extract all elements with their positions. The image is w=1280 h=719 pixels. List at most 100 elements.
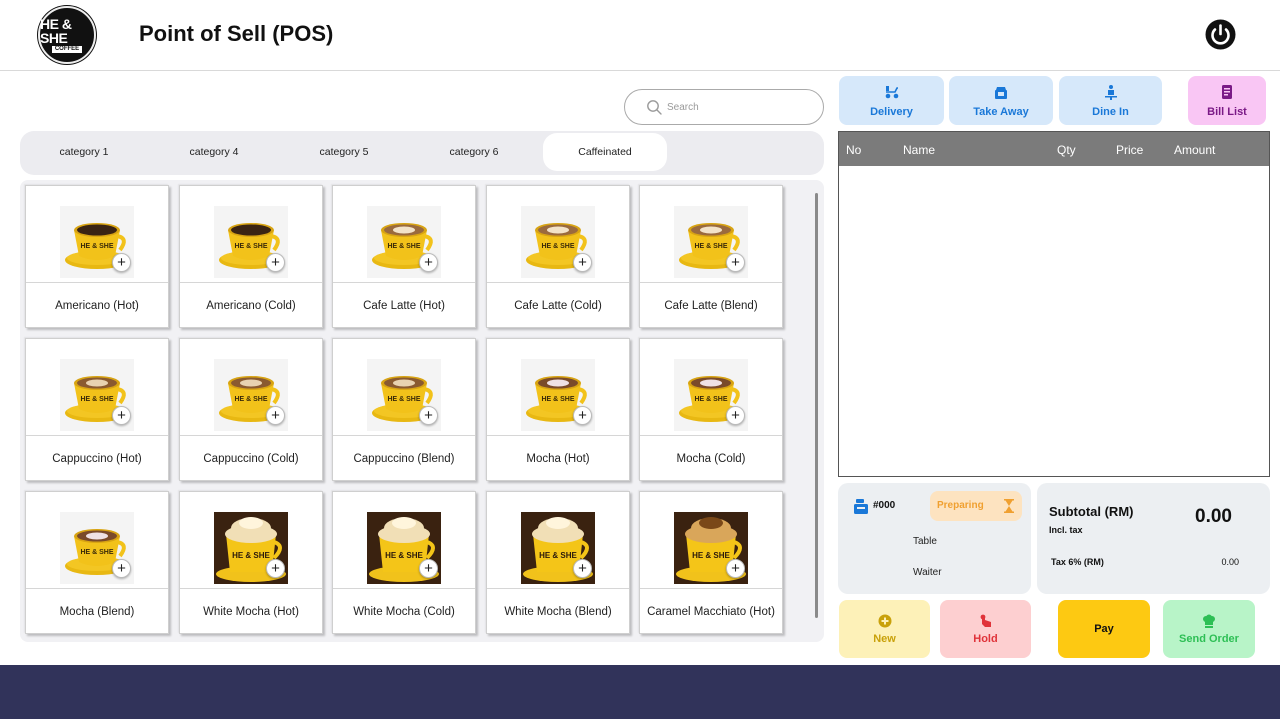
hold-label: Hold	[973, 632, 998, 645]
product-image-area: HE & SHE +	[333, 339, 475, 436]
order-info-panel: #000 Preparing Table Waiter	[838, 483, 1031, 594]
bill-list-icon	[1222, 84, 1232, 99]
column-name: Name	[903, 143, 936, 157]
svg-text:HE & SHE: HE & SHE	[541, 396, 574, 403]
column-no: No	[846, 143, 862, 157]
add-to-order-icon[interactable]: +	[266, 253, 285, 272]
product-name: Caramel Macchiato (Hot)	[647, 605, 775, 618]
add-to-order-icon[interactable]: +	[726, 406, 745, 425]
add-to-order-icon[interactable]: +	[726, 253, 745, 272]
add-to-order-icon[interactable]: +	[266, 559, 285, 578]
product-card[interactable]: HE & SHE + Mocha (Blend)	[25, 491, 169, 634]
add-to-order-icon[interactable]: +	[573, 253, 592, 272]
svg-text:HE & SHE: HE & SHE	[694, 243, 727, 250]
product-image-area: HE & SHE +	[333, 186, 475, 283]
add-to-order-icon[interactable]: +	[112, 559, 131, 578]
product-card[interactable]: HE & SHE + Americano (Cold)	[179, 185, 323, 328]
logo-subtext: COFFEE	[51, 46, 83, 53]
product-name: White Mocha (Blend)	[504, 605, 612, 618]
product-image-area: HE & SHE +	[180, 492, 322, 589]
product-name: White Mocha (Cold)	[353, 605, 455, 618]
add-to-order-icon[interactable]: +	[112, 253, 131, 272]
svg-text:HE & SHE: HE & SHE	[539, 551, 577, 560]
product-image-area: HE & SHE +	[487, 339, 629, 436]
product-image-area: HE & SHE +	[26, 186, 168, 283]
app-header: HE & SHE COFFEE Point of Sell (POS)	[0, 0, 1280, 71]
svg-text:HE & SHE: HE & SHE	[234, 243, 267, 250]
add-to-order-icon[interactable]: +	[112, 406, 131, 425]
takeaway-bag-icon	[995, 86, 1007, 99]
product-card[interactable]: HE & SHE + White Mocha (Blend)	[486, 491, 630, 634]
column-qty: Qty	[1057, 143, 1076, 157]
delivery-label: Delivery	[870, 105, 913, 118]
category-tab-caffeinated[interactable]: Caffeinated	[543, 133, 667, 171]
product-card[interactable]: HE & SHE + White Mocha (Cold)	[332, 491, 476, 634]
product-image-area: HE & SHE +	[26, 339, 168, 436]
column-amount: Amount	[1174, 143, 1216, 157]
bill-list-label: Bill List	[1207, 105, 1247, 118]
product-grid-scrollbar[interactable]	[815, 193, 818, 618]
product-card[interactable]: HE & SHE + Mocha (Cold)	[639, 338, 783, 481]
order-table-header: No Name Qty Price Amount	[839, 132, 1269, 166]
svg-text:HE & SHE: HE & SHE	[234, 396, 267, 403]
pay-label: Pay	[1094, 623, 1114, 635]
svg-text:HE & SHE: HE & SHE	[80, 549, 113, 556]
send-order-button[interactable]: Send Order	[1163, 600, 1255, 658]
subtotal-value: 0.00	[1195, 506, 1232, 527]
product-name: Cappuccino (Cold)	[203, 452, 299, 465]
svg-text:HE & SHE: HE & SHE	[387, 396, 420, 403]
take-away-label: Take Away	[973, 105, 1029, 118]
bill-list-button[interactable]: Bill List	[1188, 76, 1266, 125]
category-tab-1[interactable]: category 1	[22, 133, 146, 171]
new-order-button[interactable]: New	[839, 600, 930, 658]
svg-text:HE & SHE: HE & SHE	[541, 243, 574, 250]
footer-bar	[0, 665, 1280, 719]
product-name: Cappuccino (Blend)	[353, 452, 455, 465]
search-input[interactable]	[667, 98, 807, 116]
dine-in-icon	[1104, 84, 1117, 100]
product-card[interactable]: HE & SHE + Americano (Hot)	[25, 185, 169, 328]
product-card[interactable]: HE & SHE + Cappuccino (Hot)	[25, 338, 169, 481]
product-card[interactable]: HE & SHE + Cappuccino (Cold)	[179, 338, 323, 481]
category-tab-5[interactable]: category 5	[282, 133, 406, 171]
product-card[interactable]: HE & SHE + Cappuccino (Blend)	[332, 338, 476, 481]
product-image-area: HE & SHE +	[640, 339, 782, 436]
category-tab-4[interactable]: category 4	[152, 133, 276, 171]
product-name: White Mocha (Hot)	[203, 605, 299, 618]
add-to-order-icon[interactable]: +	[573, 559, 592, 578]
hourglass-icon	[1004, 499, 1014, 513]
product-name: Cafe Latte (Hot)	[363, 299, 445, 312]
add-to-order-icon[interactable]: +	[419, 559, 438, 578]
product-image-area: HE & SHE +	[640, 492, 782, 589]
add-to-order-icon[interactable]: +	[573, 406, 592, 425]
product-card[interactable]: HE & SHE + Mocha (Hot)	[486, 338, 630, 481]
add-to-order-icon[interactable]: +	[419, 406, 438, 425]
add-to-order-icon[interactable]: +	[419, 253, 438, 272]
product-card[interactable]: HE & SHE + Caramel Macchiato (Hot)	[639, 491, 783, 634]
take-away-button[interactable]: Take Away	[949, 76, 1053, 125]
product-card[interactable]: HE & SHE + Cafe Latte (Blend)	[639, 185, 783, 328]
product-name: Mocha (Hot)	[526, 452, 590, 465]
chef-hat-icon	[1203, 614, 1215, 628]
waiter-label: Waiter	[913, 567, 942, 578]
search-bar[interactable]	[624, 89, 824, 125]
product-card[interactable]: HE & SHE + White Mocha (Hot)	[179, 491, 323, 634]
svg-text:HE & SHE: HE & SHE	[80, 243, 113, 250]
category-tab-6[interactable]: category 6	[412, 133, 536, 171]
power-icon[interactable]	[1204, 18, 1237, 51]
svg-text:HE & SHE: HE & SHE	[694, 396, 727, 403]
add-to-order-icon[interactable]: +	[266, 406, 285, 425]
tax-value: 0.00	[1221, 557, 1239, 567]
status-text: Preparing	[937, 500, 984, 511]
product-card[interactable]: HE & SHE + Cafe Latte (Hot)	[332, 185, 476, 328]
dine-in-button[interactable]: Dine In	[1059, 76, 1162, 125]
delivery-button[interactable]: Delivery	[839, 76, 944, 125]
product-image-area: HE & SHE +	[640, 186, 782, 283]
pay-button[interactable]: Pay	[1058, 600, 1150, 658]
product-card[interactable]: HE & SHE + Cafe Latte (Cold)	[486, 185, 630, 328]
product-image-area: HE & SHE +	[333, 492, 475, 589]
add-to-order-icon[interactable]: +	[726, 559, 745, 578]
hold-button[interactable]: Hold	[940, 600, 1031, 658]
scooter-icon	[885, 85, 898, 98]
product-name: Americano (Hot)	[55, 299, 139, 312]
